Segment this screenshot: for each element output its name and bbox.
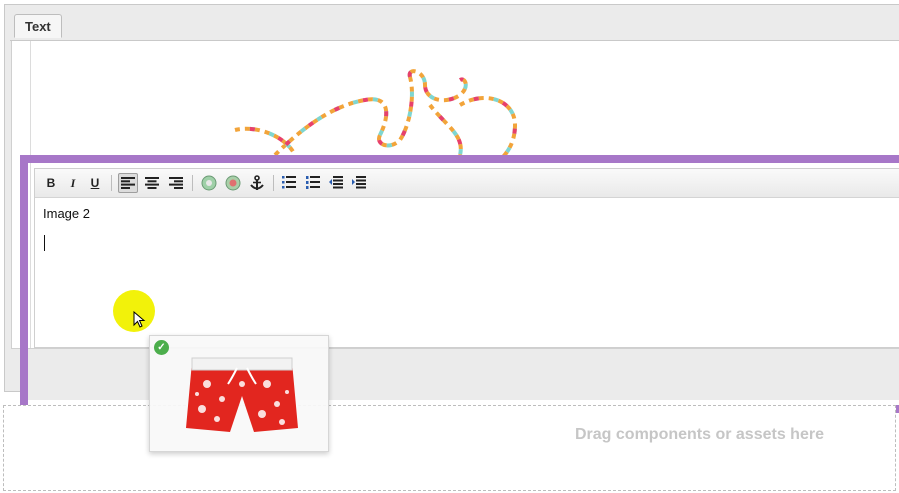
shorts-image: [186, 357, 298, 432]
tab-bar: Text: [10, 8, 899, 41]
drop-zone[interactable]: [3, 405, 896, 491]
dragged-asset-thumbnail[interactable]: ✓: [149, 335, 329, 452]
check-icon: ✓: [154, 340, 169, 355]
drop-zone-label: Drag components or assets here: [575, 426, 824, 443]
mouse-pointer-icon: [133, 311, 146, 328]
tab-text[interactable]: Text: [14, 14, 62, 38]
decorative-doodle-image: [234, 69, 518, 160]
